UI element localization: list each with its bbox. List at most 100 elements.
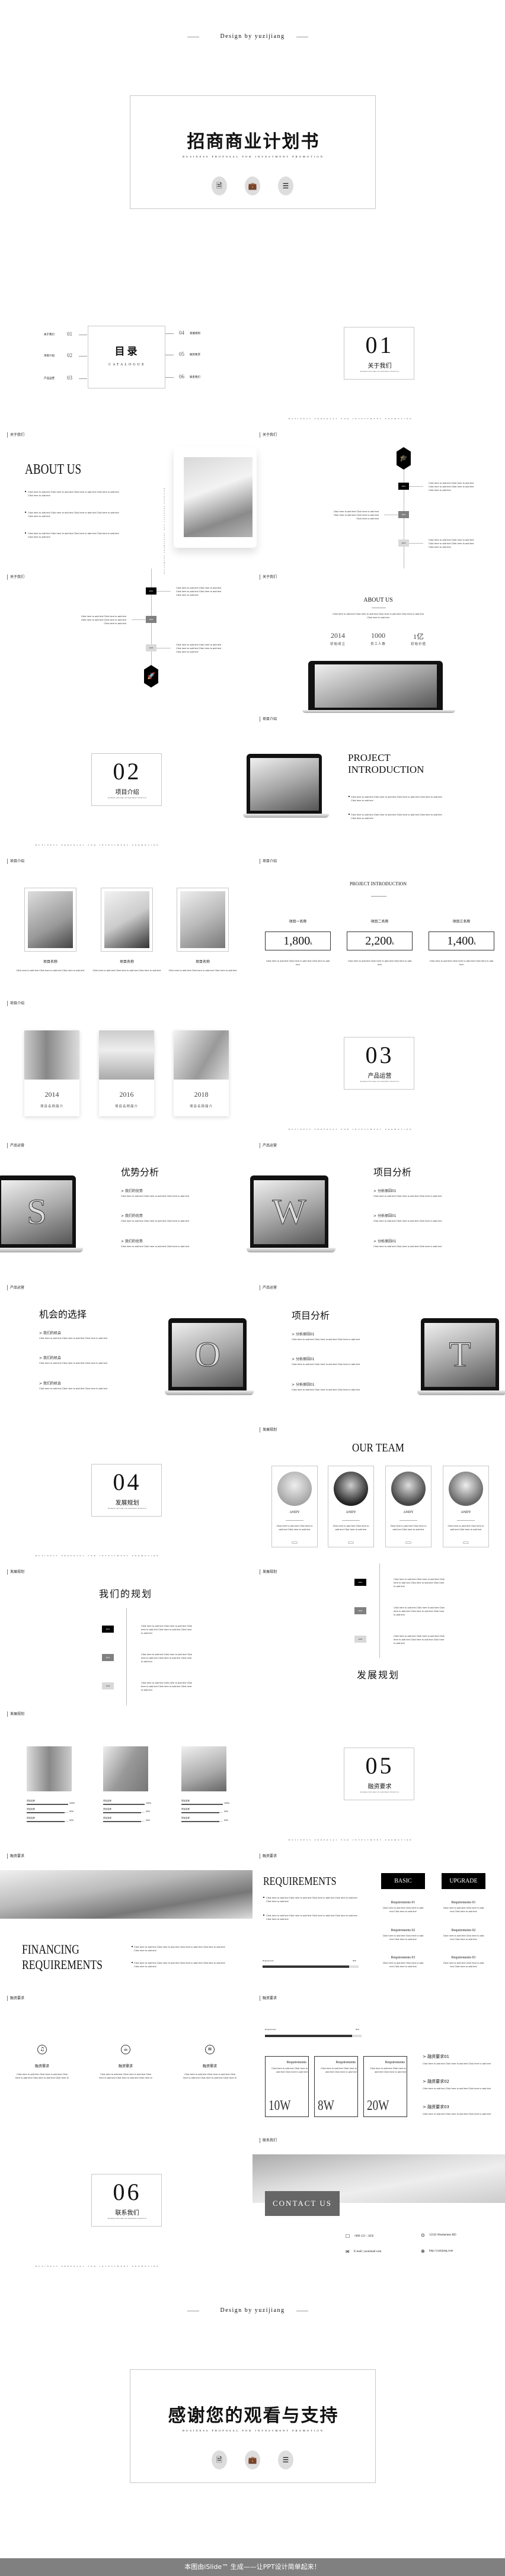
laptop-base xyxy=(243,813,329,818)
progress-fill xyxy=(181,1811,220,1813)
contact-phone: +000 123 - 3456 xyxy=(354,2235,374,2238)
laptop-base xyxy=(417,1390,505,1395)
chevron-right-icon: > xyxy=(121,1189,125,1193)
analysis-title: 优势分析 xyxy=(121,1167,159,1178)
bullet-dot xyxy=(263,1897,264,1898)
building-photo xyxy=(27,1746,72,1791)
project-name: 项目二名称 xyxy=(370,920,389,924)
body-text: Click here to add text Click here to add… xyxy=(423,2112,491,2115)
progress-fill xyxy=(27,1820,65,1822)
subtitle: BUSINESS PROPOSAL FOR INVESTMENT PROMOTI… xyxy=(183,2429,324,2432)
timeline-year-box: 2014 xyxy=(354,1579,366,1586)
tagline-text: BUSINESS PROPOSAL FOR INVESTMENT PROMOTI… xyxy=(36,844,160,846)
timeline-year-box: 2014 xyxy=(146,587,156,595)
chevron-right-icon: > xyxy=(373,1214,378,1218)
plan-tier-button[interactable]: BASIC xyxy=(381,1873,425,1889)
progress-label: 项目名称 xyxy=(181,1808,190,1810)
laptop-mockup xyxy=(302,661,455,715)
body-text: Click here to add text Click here to add… xyxy=(168,969,237,972)
amount-title: Requirements xyxy=(286,2061,306,2064)
body-text: Click here to add text Click here to add… xyxy=(92,969,161,972)
section-tagline: BUSINESS PROPOSAL FOR INVESTMENT PROMOTI… xyxy=(107,1508,147,1509)
project-value-box: 1,400k xyxy=(429,932,494,950)
body-text: Click here to add text Click here to add… xyxy=(382,1934,424,1941)
body-text: Click here to add text Click here to add… xyxy=(28,532,119,538)
plan-tier-button[interactable]: UPGRADE xyxy=(442,1873,485,1889)
slide-section-label: 产品运营 xyxy=(260,1143,277,1148)
progress-fill xyxy=(27,1811,65,1813)
project-value: 2,200 xyxy=(365,934,392,947)
slide-section-label: 融资要求 xyxy=(7,1996,24,2001)
progress-label: 项目名称 xyxy=(27,1817,35,1819)
bullet-dot xyxy=(25,491,26,492)
slide-section-label: 联系我们 xyxy=(260,2138,277,2143)
body-text: Click here to add text Click here to add… xyxy=(321,2067,357,2073)
body-text: Click here to add text Click here to add… xyxy=(121,1245,189,1248)
chevron-right-icon: > xyxy=(39,1331,43,1335)
contact-email: E-mail: youremail.com xyxy=(354,2250,382,2253)
timeline-text: Click here to add text Click here to add… xyxy=(141,1681,193,1691)
chevron-right-icon: > xyxy=(423,2054,428,2059)
slide-section-label: 发展规划 xyxy=(7,1711,24,1717)
section-number: 02 xyxy=(113,758,142,785)
section-title: 联系我们 xyxy=(115,2210,139,2217)
slide-section-label: 关于我们 xyxy=(260,574,277,580)
timeline-text: Click here to add text Click here to add… xyxy=(176,586,222,596)
card-year: 2016 xyxy=(119,1090,134,1099)
tagline-text: BUSINESS PROPOSAL FOR INVESTMENT PROMOTI… xyxy=(36,1554,160,1557)
body-text: Click here to add text Click here to add… xyxy=(292,1388,360,1391)
body-text: Click here to add text Click here to add… xyxy=(382,1906,424,1913)
about-heading-small: ABOUT US xyxy=(363,597,393,603)
section-tagline: BUSINESS PROPOSAL FOR INVESTMENT PROMOTI… xyxy=(360,1792,399,1793)
slide-section-label: 融资要求 xyxy=(7,1854,24,1859)
requirement-bar-percent: 90% xyxy=(356,2028,360,2031)
slide-overview-page: Design by yuzijiang 招商商业计划书 BUSINESS PROPO… xyxy=(0,0,505,2576)
project-value-box: 2,200k xyxy=(347,932,413,950)
building-photo xyxy=(181,1746,226,1791)
section-number: 05 xyxy=(365,1752,394,1779)
analysis-item-label: 分析原因01 xyxy=(377,1189,397,1193)
requirement-title: Requirements 01 xyxy=(391,1901,415,1904)
body-text: Click here to add text Click here to add… xyxy=(373,1219,442,1222)
subtitle: BUSINESS PROPOSAL FOR INVESTMENT PROMOTI… xyxy=(183,155,324,158)
analysis-item-label: 我们的机会 xyxy=(43,1356,61,1360)
toc-item-number: 01 xyxy=(67,331,72,337)
list-icon: ☰ xyxy=(278,2450,293,2469)
analysis-item: > 我们的机会 xyxy=(39,1330,61,1335)
progress-fill xyxy=(103,1803,145,1805)
requirement-title: Requirements 03 xyxy=(451,1956,476,1960)
financing-list-label: 融资要求01 xyxy=(427,2054,450,2059)
music-icon: ♫ xyxy=(37,2045,47,2054)
contact-address: 12345 Westheimer RD xyxy=(429,2234,456,2237)
contact-website: http://yuzijiang.com xyxy=(429,2250,453,2253)
analysis-item: > 我们的机会 xyxy=(39,1380,61,1386)
body-text: Click here to add text Click here to add… xyxy=(423,2062,491,2065)
designer-credit: Design by yuzijiang xyxy=(0,2307,505,2314)
analysis-item-label: 分析原因01 xyxy=(377,1214,397,1218)
card-year: 2018 xyxy=(194,1090,209,1099)
timeline-text: Click here to add text Click here to add… xyxy=(429,481,474,492)
laptop-mockup: T xyxy=(417,1318,505,1398)
building-photo xyxy=(24,1030,79,1080)
member-avatar xyxy=(334,1472,368,1506)
requirements-heading: REQUIREMENTS xyxy=(263,1875,337,1888)
toc-subtitle: CATALOGUE xyxy=(108,363,146,367)
photo-caption: 项目名称 xyxy=(195,960,210,964)
amount-title: Requirements xyxy=(385,2061,405,2064)
body-text: Click here to add text Click here to add… xyxy=(370,2067,406,2073)
member-avatar xyxy=(277,1472,312,1506)
phone-icon: ☐ xyxy=(346,2234,350,2239)
toc-connector xyxy=(165,333,174,334)
tagline-text: BUSINESS PROPOSAL FOR INVESTMENT PROMOTI… xyxy=(289,417,413,420)
bullet-dot xyxy=(132,1946,133,1947)
progress-fill xyxy=(181,1820,220,1822)
body-text: Click here to add text Click here to add… xyxy=(39,1361,107,1364)
body-text: Click here to add text Click here to add… xyxy=(266,1896,357,1903)
financing-list-label: 融资要求02 xyxy=(427,2079,450,2084)
requirement-title: Requirements 01 xyxy=(451,1901,476,1904)
timeline-text: Click here to add text Click here to add… xyxy=(141,1653,193,1663)
analysis-item-label: 我们的机会 xyxy=(43,1382,61,1386)
timeline-year-box: 2018 xyxy=(354,1636,366,1643)
body-text: Click here to add text Click here to add… xyxy=(373,1245,442,1248)
laptop-base xyxy=(302,709,455,714)
